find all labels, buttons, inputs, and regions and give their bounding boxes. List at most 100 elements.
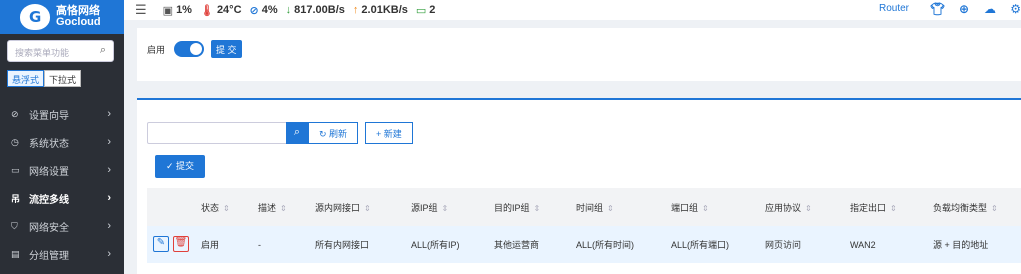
- chevron-right-icon: ›: [107, 192, 111, 204]
- table-row[interactable]: ✎ 🗑︎ 启用 - 所有内网接口 ALL(所有IP) 其他运营商 ALL(所有时…: [147, 226, 1021, 263]
- sidebar-item-group-management[interactable]: ▤ 分组管理 ›: [0, 240, 124, 268]
- refresh-button[interactable]: ↻ 刷新: [308, 122, 359, 144]
- col-dst-ip[interactable]: 目的IP组 ⇕: [494, 201, 540, 214]
- sidebar: 高恪网络 Gocloud 搜索菜单功能 ⌕ 悬浮式 下拉式 ⊘ 设置向导 › ◷ 系统…: [0, 0, 124, 274]
- topbar: ☰ ▣ 1% 🌡︎ 24°C ⊘ 4% ↓ 817.00B/s ↑ 2.01KB/s ▭ 2…: [124, 0, 1021, 20]
- chevron-right-icon: ›: [107, 248, 111, 260]
- chevron-right-icon: ›: [107, 164, 111, 176]
- submit-button[interactable]: ✓ 提交: [155, 155, 206, 178]
- sidebar-item-label: 设置向导: [29, 110, 69, 122]
- sort-icon[interactable]: ⇕: [890, 204, 897, 213]
- sort-icon[interactable]: ⇕: [364, 204, 371, 213]
- brand-name-en: Gocloud: [56, 16, 101, 28]
- sidebar-item-flow-control[interactable]: 吊流控多线 ›: [0, 184, 124, 212]
- cpu-stat: ▣ 1%: [162, 4, 192, 17]
- col-exit[interactable]: 指定出口 ⇕: [850, 201, 897, 214]
- monitor-icon: ▭: [11, 164, 20, 175]
- cell-port: ALL(所有端口): [671, 240, 730, 250]
- cell-lb-type: 源 + 目的地址: [933, 240, 989, 250]
- download-stat: ↓ 817.00B/s: [285, 4, 345, 16]
- col-src-ip[interactable]: 源IP组 ⇕: [411, 201, 448, 214]
- menu-search-input[interactable]: 搜索菜单功能 ⌕: [7, 40, 114, 62]
- enable-panel: 启用 提 交: [137, 28, 1021, 81]
- rules-table: 状态 ⇕ 描述 ⇕ 源内网接口 ⇕ 源IP组 ⇕ 目的IP组 ⇕ 时间组 ⇕ 端口组 ⇕ 应用…: [147, 188, 1021, 263]
- logo: 高恪网络 Gocloud: [0, 0, 124, 34]
- sort-icon[interactable]: ⇕: [280, 204, 287, 213]
- trash-icon[interactable]: 🗑︎: [173, 236, 189, 252]
- upload-stat: ↑ 2.01KB/s: [352, 4, 408, 16]
- cpu-icon: ▣: [162, 4, 174, 17]
- table-header: 状态 ⇕ 描述 ⇕ 源内网接口 ⇕ 源IP组 ⇕ 目的IP组 ⇕ 时间组 ⇕ 端口组 ⇕ 应用…: [147, 188, 1021, 226]
- submit-enable-button[interactable]: 提 交: [211, 40, 242, 58]
- tshirt-icon[interactable]: 👕︎: [930, 2, 945, 16]
- chevron-right-icon: ›: [107, 136, 111, 148]
- gocloud-logo-icon: [20, 4, 50, 30]
- sidebar-item-label: 网络设置: [29, 166, 69, 178]
- sort-icon[interactable]: ⇕: [702, 204, 709, 213]
- col-src-iface[interactable]: 源内网接口 ⇕: [315, 201, 371, 214]
- cell-time: ALL(所有时间): [576, 240, 635, 250]
- col-status[interactable]: 状态 ⇕: [201, 201, 230, 214]
- plus-icon: +: [376, 129, 384, 139]
- thermometer-icon: 🌡︎: [199, 4, 214, 17]
- sidebar-item-label: 分组管理: [29, 250, 69, 262]
- cell-desc: -: [258, 239, 261, 250]
- sidebar-item-network-settings[interactable]: ▭ 网络设置 ›: [0, 156, 124, 184]
- memory-icon: ⊘: [249, 4, 259, 17]
- check-icon: ✓: [166, 161, 177, 171]
- menu-search-placeholder: 搜索菜单功能: [15, 48, 70, 58]
- mode-dropdown-button[interactable]: 下拉式: [44, 70, 82, 87]
- rules-panel: ⌕ ↻ 刷新 + 新建 ✓ 提交 状态 ⇕ 描述 ⇕ 源内网接口 ⇕ 源IP组 ⇕ 目的…: [137, 98, 1021, 274]
- enable-label: 启用: [147, 45, 166, 55]
- gauge-icon: ◷: [11, 136, 19, 147]
- sidebar-item-label: 系统状态: [29, 138, 69, 150]
- sidebar-item-network-security[interactable]: ⛉ 网络安全 ›: [0, 212, 124, 240]
- sort-icon[interactable]: ⇕: [223, 204, 230, 213]
- chevron-right-icon: ›: [107, 220, 111, 232]
- sort-icon[interactable]: ⇕: [991, 204, 998, 213]
- shield-icon: ⛉: [11, 220, 18, 231]
- monitor-icon: ▭: [415, 4, 427, 17]
- cell-status: 启用: [201, 240, 220, 250]
- temp-stat: 🌡︎ 24°C: [199, 4, 242, 17]
- group-icon: ▤: [11, 248, 20, 259]
- cell-dst-ip: 其他运营商: [494, 240, 540, 250]
- new-button[interactable]: + 新建: [365, 122, 413, 144]
- chevron-right-icon: ›: [107, 108, 111, 120]
- edit-icon[interactable]: ✎: [153, 236, 169, 252]
- mode-floating-button[interactable]: 悬浮式: [7, 70, 45, 87]
- cloud-icon[interactable]: ☁: [984, 2, 996, 16]
- sidebar-item-label: 网络安全: [29, 222, 69, 234]
- compass-icon: ⊘: [11, 108, 19, 119]
- sidebar-item-system-status[interactable]: ◷ 系统状态 ›: [0, 128, 124, 156]
- sort-icon[interactable]: ⇕: [607, 204, 614, 213]
- search-icon[interactable]: ⌕: [100, 44, 106, 57]
- menu-mode-switch: 悬浮式 下拉式: [7, 70, 82, 87]
- cell-app: 网页访问: [765, 240, 802, 250]
- online-stat: ▭ 2: [415, 4, 436, 17]
- memory-stat: ⊘ 4%: [249, 4, 278, 17]
- router-link[interactable]: Router: [879, 3, 909, 14]
- col-app[interactable]: 应用协议 ⇕: [765, 201, 812, 214]
- search-button[interactable]: ⌕: [286, 122, 308, 144]
- refresh-icon: ↻: [319, 129, 330, 139]
- col-desc[interactable]: 描述 ⇕: [258, 201, 287, 214]
- sort-icon[interactable]: ⇕: [534, 204, 541, 213]
- menu-toggle-icon[interactable]: ☰: [135, 2, 147, 18]
- sort-icon[interactable]: ⇕: [805, 204, 812, 213]
- col-port[interactable]: 端口组 ⇕: [671, 201, 709, 214]
- cell-src-iface: 所有内网接口: [315, 240, 370, 250]
- search-icon: ⌕: [293, 126, 301, 138]
- gear-icon[interactable]: ⚙: [1010, 2, 1021, 16]
- sidebar-item-setup-wizard[interactable]: ⊘ 设置向导 ›: [0, 100, 124, 128]
- enable-toggle[interactable]: [174, 41, 204, 57]
- sidebar-item-label: 流控多线: [29, 194, 69, 206]
- search-input[interactable]: [147, 122, 287, 144]
- col-lb-type[interactable]: 负载均衡类型 ⇕: [933, 201, 998, 214]
- globe-icon[interactable]: ⊕: [959, 2, 969, 16]
- col-time[interactable]: 时间组 ⇕: [576, 201, 614, 214]
- split-icon: 吊: [11, 193, 21, 204]
- sort-icon[interactable]: ⇕: [442, 204, 449, 213]
- arrow-down-icon: ↓: [285, 4, 292, 16]
- sidebar-menu: ⊘ 设置向导 › ◷ 系统状态 › ▭ 网络设置 › 吊流控多线 › ⛉ 网络安全 › ▤ 分组管理…: [0, 100, 124, 268]
